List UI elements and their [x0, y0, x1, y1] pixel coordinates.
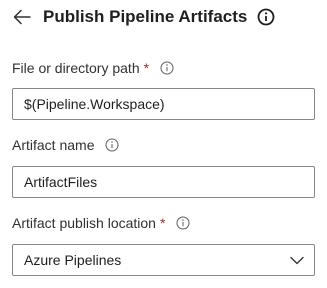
publish-location-label-row: Artifact publish location *	[12, 214, 190, 232]
path-label-row: File or directory path *	[12, 59, 174, 77]
publish-location-selected: Azure Pipelines	[24, 252, 122, 268]
required-asterisk: *	[143, 60, 150, 76]
back-button[interactable]	[11, 6, 33, 28]
path-input-value: $(Pipeline.Workspace)	[24, 96, 165, 112]
arrow-left-icon	[13, 9, 31, 25]
artifact-name-input[interactable]: ArtifactFiles	[12, 166, 315, 198]
artifact-name-label-row: Artifact name	[12, 136, 119, 154]
artifact-name-info-icon[interactable]	[105, 138, 119, 152]
info-circle-icon	[257, 8, 275, 26]
artifact-name-label: Artifact name	[12, 137, 95, 153]
chevron-down-icon	[290, 253, 304, 267]
panel-header: Publish Pipeline Artifacts	[11, 4, 275, 30]
publish-location-label: Artifact publish location	[12, 215, 156, 231]
publish-location-info-icon[interactable]	[176, 216, 190, 230]
path-label: File or directory path	[12, 60, 140, 76]
path-input[interactable]: $(Pipeline.Workspace)	[12, 88, 315, 120]
artifact-name-input-value: ArtifactFiles	[24, 174, 98, 190]
publish-location-dropdown[interactable]: Azure Pipelines	[12, 244, 315, 276]
page-title: Publish Pipeline Artifacts	[43, 7, 248, 26]
title-info-button[interactable]	[257, 8, 275, 26]
required-asterisk: *	[159, 215, 166, 231]
path-info-icon[interactable]	[160, 61, 174, 75]
